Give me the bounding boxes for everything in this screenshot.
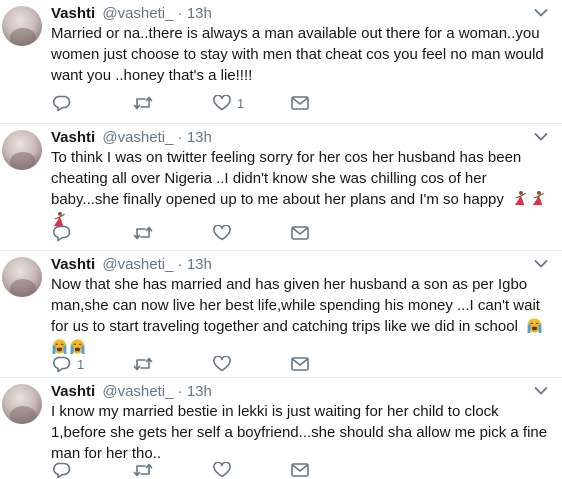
dancer-emoji: [514, 190, 527, 206]
reply-count: 1: [77, 356, 85, 372]
chevron-down-icon[interactable]: [534, 259, 548, 269]
reply-icon: [53, 225, 71, 241]
timestamp[interactable]: 13h: [187, 256, 212, 273]
like-button[interactable]: [213, 223, 237, 243]
heart-icon: [213, 356, 231, 372]
loudly-crying-emoji: [52, 339, 67, 355]
tweet-text: To think I was on twitter feeling sorry …: [51, 149, 522, 208]
loudly-crying-emoji: [527, 318, 542, 334]
like-button[interactable]: 1: [213, 93, 244, 113]
user-handle[interactable]: @vasheti_: [102, 5, 173, 22]
user-handle[interactable]: @vasheti_: [102, 256, 173, 273]
reply-button[interactable]: [53, 223, 77, 243]
tweet-text: Married or na..there is always a man ava…: [51, 25, 544, 84]
retweet-icon: [133, 226, 153, 240]
envelope-icon: [291, 226, 309, 240]
retweet-button[interactable]: [133, 460, 159, 479]
separator-dot: ·: [177, 256, 183, 273]
tweet-text-container: To think I was on twitter feeling sorry …: [51, 147, 556, 231]
avatar[interactable]: [2, 130, 42, 170]
display-name[interactable]: Vashti: [51, 5, 95, 22]
reply-button[interactable]: [53, 93, 77, 113]
like-count: 1: [237, 95, 245, 111]
dancer-emoji: [532, 190, 545, 206]
heart-icon: [213, 462, 231, 478]
retweet-button[interactable]: [133, 223, 159, 243]
user-handle[interactable]: @vasheti_: [102, 129, 173, 146]
tweet[interactable]: Vashti @vasheti_ · 13h Now that she has …: [0, 251, 562, 378]
heart-icon: [213, 95, 231, 111]
retweet-button[interactable]: [133, 354, 159, 374]
chevron-down-icon[interactable]: [534, 386, 548, 396]
tweet[interactable]: Vashti @vasheti_ · 13h To think I was on…: [0, 124, 562, 251]
envelope-icon: [291, 357, 309, 371]
envelope-icon: [291, 96, 309, 110]
tweet-header: Vashti @vasheti_ · 13h: [51, 4, 212, 24]
tweet-header: Vashti @vasheti_ · 13h: [51, 255, 212, 275]
separator-dot: ·: [177, 383, 183, 400]
avatar[interactable]: [2, 6, 42, 46]
tweet-text-container: Now that she has married and has given h…: [51, 274, 556, 358]
display-name[interactable]: Vashti: [51, 256, 95, 273]
chevron-down-icon[interactable]: [534, 132, 548, 142]
chevron-down-icon[interactable]: [534, 8, 548, 18]
direct-message-button[interactable]: [291, 354, 309, 374]
retweet-button[interactable]: [133, 93, 159, 113]
retweet-icon: [133, 463, 153, 477]
tweet-text: I know my married bestie in lekki is jus…: [51, 403, 548, 462]
tweet-header: Vashti @vasheti_ · 13h: [51, 382, 212, 402]
separator-dot: ·: [177, 129, 183, 146]
reply-icon: [53, 95, 71, 111]
like-button[interactable]: [213, 460, 237, 479]
retweet-icon: [133, 357, 153, 371]
display-name[interactable]: Vashti: [51, 383, 95, 400]
reply-button[interactable]: [53, 460, 77, 479]
retweet-icon: [133, 96, 153, 110]
heart-icon: [213, 225, 231, 241]
timestamp[interactable]: 13h: [187, 383, 212, 400]
avatar[interactable]: [2, 257, 42, 297]
avatar[interactable]: [2, 384, 42, 424]
user-handle[interactable]: @vasheti_: [102, 383, 173, 400]
tweet[interactable]: Vashti @vasheti_ · 13h Married or na..th…: [0, 0, 562, 124]
tweet[interactable]: Vashti @vasheti_ · 13h I know my married…: [0, 378, 562, 479]
reply-icon: [53, 356, 71, 372]
display-name[interactable]: Vashti: [51, 129, 95, 146]
envelope-icon: [291, 463, 309, 477]
reply-icon: [53, 462, 71, 478]
like-button[interactable]: [213, 354, 237, 374]
timestamp[interactable]: 13h: [187, 5, 212, 22]
tweet-header: Vashti @vasheti_ · 13h: [51, 128, 212, 148]
loudly-crying-emoji: [70, 339, 85, 355]
timestamp[interactable]: 13h: [187, 129, 212, 146]
direct-message-button[interactable]: [291, 460, 309, 479]
direct-message-button[interactable]: [291, 93, 309, 113]
tweet-text: Now that she has married and has given h…: [51, 276, 540, 335]
reply-button[interactable]: 1: [53, 354, 84, 374]
direct-message-button[interactable]: [291, 223, 309, 243]
separator-dot: ·: [177, 5, 183, 22]
